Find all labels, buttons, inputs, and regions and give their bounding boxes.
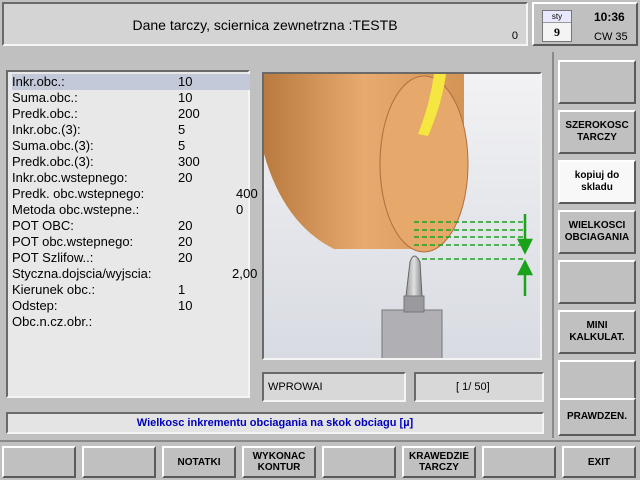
parameter-list: Inkr.obc.: 10 Suma.obc.: 10 Predk.obc.: 200 In… <box>6 70 258 398</box>
param-value: 20 <box>178 234 193 249</box>
param-row[interactable]: Suma.obc.(3): 5 <box>12 138 250 154</box>
param-label: Suma.obc.: <box>12 90 78 105</box>
param-label: Inkr.obc.wstepnego: <box>12 170 128 185</box>
param-value: 300 <box>178 154 200 169</box>
page-title: Dane tarczy, sciernica zewnetrzna :TESTB <box>132 17 398 33</box>
title-counter: 0 <box>511 30 518 42</box>
param-row[interactable]: Metoda obc.wstepne.: 0 <box>12 202 250 218</box>
title-bar: Dane tarczy, sciernica zewnetrzna :TESTB… <box>2 2 528 46</box>
param-value: 10 <box>178 298 193 313</box>
exit-button[interactable]: EXIT <box>562 446 636 478</box>
calendar-week: CW 35 <box>594 31 628 43</box>
param-label: Styczna.dojscia/wyjscia: <box>12 266 152 281</box>
param-row[interactable]: Predk. obc.wstepnego: 400 <box>12 186 258 202</box>
mini-calculator-button[interactable]: MINI KALKULAT. <box>558 310 636 354</box>
param-row[interactable]: Predk.obc.(3): 300 <box>12 154 250 170</box>
param-label: Predk. obc.wstepnego: <box>12 186 145 201</box>
param-value: 200 <box>178 106 200 121</box>
param-value: 20 <box>178 218 193 233</box>
param-label: Inkr.obc.(3): <box>12 122 81 137</box>
param-label: Odstep: <box>12 298 58 313</box>
mode-field: WPROWAI <box>262 372 406 402</box>
param-value: 10 <box>178 74 193 89</box>
param-label: Predk.obc.: <box>12 106 78 121</box>
notes-button[interactable]: NOTATKI <box>162 446 236 478</box>
clock-time: 10:36 <box>594 10 625 24</box>
bottom-button-5[interactable] <box>322 446 396 478</box>
wheel-width-button[interactable]: SZEROKOSC TARCZY <box>558 110 636 154</box>
date-time-panel: sty 9 10:36 CW 35 <box>532 2 638 46</box>
param-value: 5 <box>178 122 186 137</box>
page-indicator: [ 1/ 50] <box>414 372 544 402</box>
divider <box>0 440 640 442</box>
mode-label: WPROWAI <box>268 381 323 393</box>
param-value: 0 <box>236 202 244 217</box>
param-row[interactable]: Obc.n.cz.obr.: <box>12 314 250 330</box>
bottom-button-2[interactable] <box>82 446 156 478</box>
side-button-5[interactable] <box>558 260 636 304</box>
param-value: 2,00 <box>232 266 258 281</box>
param-row[interactable]: POT OBC: 20 <box>12 218 250 234</box>
divider <box>552 52 554 438</box>
page-number: [ 1/ 50] <box>456 381 490 393</box>
param-label: POT obc.wstepnego: <box>12 234 134 249</box>
param-row[interactable]: Predk.obc.: 200 <box>12 106 250 122</box>
side-button-1[interactable] <box>558 60 636 104</box>
calendar-day: 9 <box>554 25 560 39</box>
run-contour-button[interactable]: WYKONAC KONTUR <box>242 446 316 478</box>
param-label: Suma.obc.(3): <box>12 138 94 153</box>
bottom-button-1[interactable] <box>2 446 76 478</box>
param-label: Kierunek obc.: <box>12 282 96 297</box>
param-row[interactable]: POT obc.wstepnego: 20 <box>12 234 250 250</box>
dressing-values-button[interactable]: WIELKOSCI OBCIAGANIA <box>558 210 636 254</box>
calendar-icon: sty 9 <box>542 10 572 42</box>
hint-bar: Wielkosc inkrementu obciagania na skok o… <box>6 412 544 434</box>
param-row[interactable]: Styczna.dojscia/wyjscia: 2,00 <box>12 266 257 282</box>
param-row[interactable]: POT Szlifow..: 20 <box>12 250 250 266</box>
param-label: Inkr.obc.: <box>12 74 65 89</box>
param-row[interactable]: Inkr.obc.: 10 <box>12 74 250 90</box>
param-label: POT OBC: <box>12 218 74 233</box>
param-value: 20 <box>178 250 193 265</box>
param-label: Metoda obc.wstepne.: <box>12 202 140 217</box>
wheel-edges-button[interactable]: KRAWEDZIE TARCZY <box>402 446 476 478</box>
copy-to-storage-button[interactable]: kopiuj do skladu <box>558 160 636 204</box>
param-value: 20 <box>178 170 193 185</box>
param-row[interactable]: Suma.obc.: 10 <box>12 90 250 106</box>
param-value: 10 <box>178 90 193 105</box>
param-value: 1 <box>178 282 186 297</box>
param-value: 400 <box>236 186 258 201</box>
param-label: Predk.obc.(3): <box>12 154 94 169</box>
bottom-button-7[interactable] <box>482 446 556 478</box>
param-row[interactable]: Inkr.obc.(3): 5 <box>12 122 250 138</box>
param-label: POT Szlifow..: <box>12 250 94 265</box>
wheel-preview <box>262 72 542 360</box>
calendar-month: sty <box>543 11 571 23</box>
param-label: Obc.n.cz.obr.: <box>12 314 93 329</box>
param-row[interactable]: Odstep: 10 <box>12 298 250 314</box>
param-value: 5 <box>178 138 186 153</box>
param-row[interactable]: Kierunek obc.: 1 <box>12 282 250 298</box>
param-row[interactable]: Inkr.obc.wstepnego: 20 <box>12 170 250 186</box>
check-button[interactable]: PRAWDZEN. <box>558 398 636 436</box>
